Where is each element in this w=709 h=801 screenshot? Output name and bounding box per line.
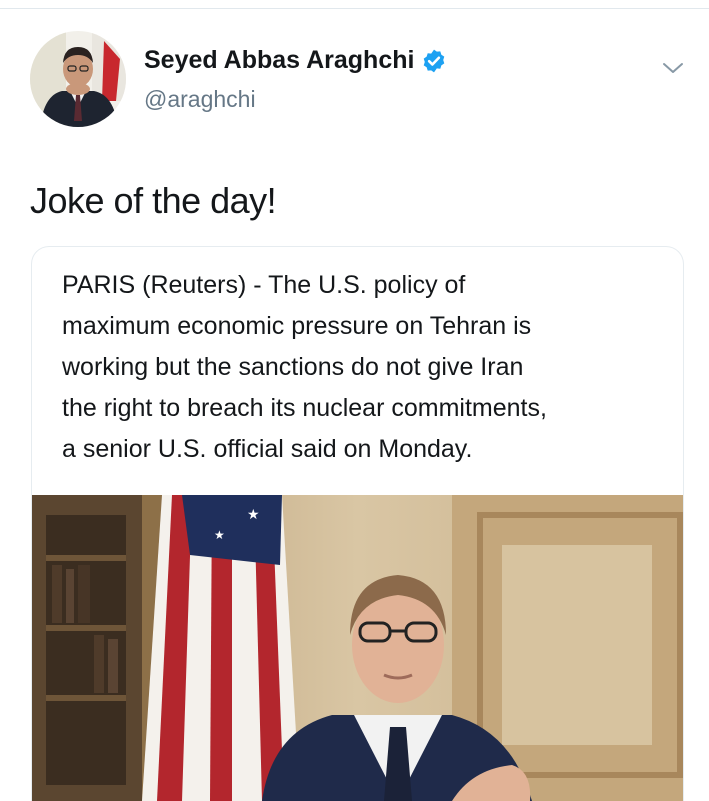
svg-text:★: ★ [247, 507, 260, 523]
svg-text:★: ★ [214, 528, 225, 542]
avatar-photo [30, 31, 126, 127]
card-text-line: PARIS (Reuters) - The U.S. policy of [62, 271, 466, 299]
author-handle[interactable]: @araghchi [144, 86, 256, 113]
author-display-name[interactable]: Seyed Abbas Araghchi [144, 46, 414, 75]
top-divider [0, 8, 709, 9]
avatar[interactable] [30, 31, 126, 127]
tweet-text: Joke of the day! [30, 180, 277, 221]
card-text-line: the right to breach its nuclear commitme… [62, 394, 547, 422]
card-text-line: a senior U.S. official said on Monday. [62, 435, 473, 463]
card-text-line: maximum economic pressure on Tehran is [62, 312, 532, 340]
chevron-down-icon[interactable] [661, 60, 685, 76]
link-card[interactable]: PARIS (Reuters) - The U.S. policy of max… [31, 246, 684, 801]
us-flag: ★ ★ [142, 495, 300, 801]
card-text: PARIS (Reuters) - The U.S. policy of max… [62, 265, 672, 470]
author-name-row[interactable]: Seyed Abbas Araghchi [144, 46, 447, 75]
verified-badge-icon [424, 49, 445, 72]
card-photo[interactable]: ★ ★ [32, 495, 683, 801]
card-text-line: working but the sanctions do not give Ir… [62, 353, 524, 381]
